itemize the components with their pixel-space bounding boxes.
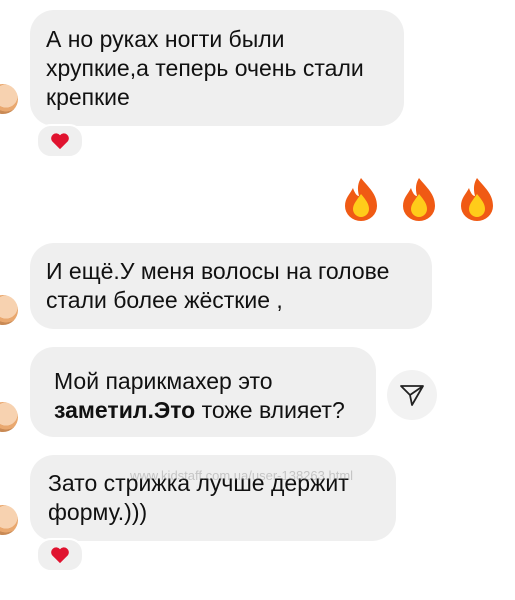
share-button[interactable] bbox=[387, 370, 437, 420]
avatar[interactable] bbox=[0, 295, 18, 325]
message-text-line: крепкие bbox=[46, 84, 130, 110]
message-text: тоже влияет? bbox=[195, 397, 345, 423]
message-text-line: стали более жёсткие , bbox=[46, 287, 283, 313]
message-text-line: форму.))) bbox=[48, 499, 148, 525]
fire-emoji-message[interactable] bbox=[341, 176, 497, 222]
message-text-line: хрупкие,а теперь очень стали bbox=[46, 55, 364, 81]
message-text-line: А но руках ногти были bbox=[46, 26, 285, 52]
message-bubble[interactable]: Мой парикмахер это заметил.Это тоже влия… bbox=[30, 347, 376, 437]
avatar[interactable] bbox=[0, 402, 18, 432]
heart-reaction[interactable] bbox=[36, 538, 84, 572]
avatar[interactable] bbox=[0, 505, 18, 535]
send-icon bbox=[400, 385, 424, 406]
message-bubble[interactable]: И ещё.У меня волосы на голове стали боле… bbox=[30, 243, 432, 329]
message-text-line: Мой парикмахер это bbox=[54, 368, 273, 394]
bold-text: заметил.Это bbox=[54, 397, 196, 423]
heart-icon bbox=[51, 133, 69, 150]
fire-emoji-icon bbox=[345, 178, 377, 221]
heart-reaction[interactable] bbox=[36, 124, 84, 158]
watermark: www.kidstaff.com.ua/user-138263.html bbox=[130, 468, 354, 483]
fire-emoji-icon bbox=[403, 178, 435, 221]
message-text-line: заметил.Это тоже влияет? bbox=[54, 396, 360, 425]
heart-icon bbox=[51, 547, 69, 564]
message-text-line: И ещё.У меня волосы на голове bbox=[46, 258, 390, 284]
avatar[interactable] bbox=[0, 84, 18, 114]
message-bubble[interactable]: А но руках ногти были хрупкие,а теперь о… bbox=[30, 10, 404, 126]
fire-emoji-icon bbox=[461, 178, 493, 221]
